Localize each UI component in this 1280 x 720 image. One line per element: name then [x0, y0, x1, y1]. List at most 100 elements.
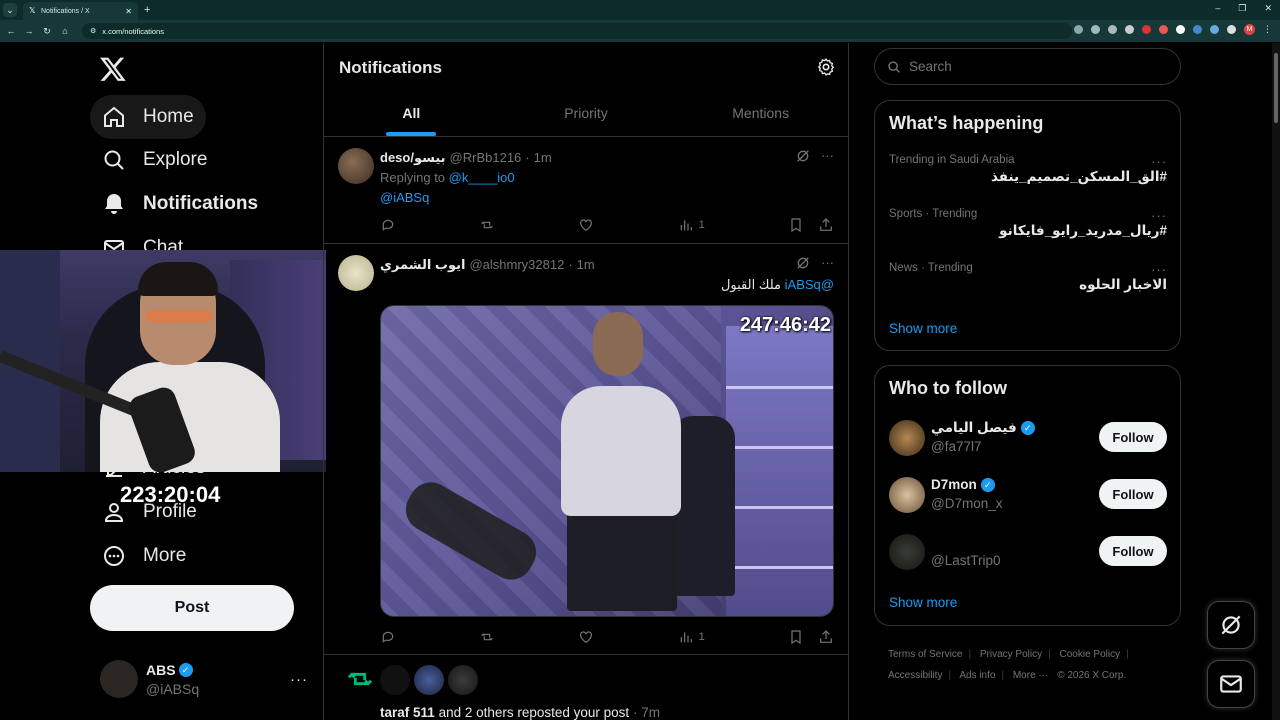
browser-profile-avatar[interactable]: M: [1244, 24, 1255, 35]
grok-fab-button[interactable]: [1207, 601, 1255, 649]
reply-button[interactable]: [380, 629, 396, 645]
repost-notification[interactable]: taraf 511 and 2 others reposted your pos…: [324, 655, 848, 720]
share-icon[interactable]: [818, 217, 834, 233]
back-icon[interactable]: ←: [4, 26, 18, 36]
post-author-handle[interactable]: @alshmry32812: [469, 257, 564, 273]
post-more-icon[interactable]: ···: [821, 255, 834, 271]
show-more-link[interactable]: Show more: [889, 595, 957, 610]
follow-button[interactable]: Follow: [1099, 479, 1167, 509]
grok-icon[interactable]: [795, 255, 811, 271]
address-bar[interactable]: ⚙ x.com/notifications: [82, 23, 1072, 39]
forward-icon[interactable]: →: [22, 26, 36, 36]
footer-link[interactable]: Privacy Policy: [980, 649, 1042, 660]
footer-link[interactable]: Accessibility: [888, 670, 942, 681]
close-window-icon[interactable]: ✕: [1264, 3, 1272, 14]
avatar[interactable]: [338, 255, 374, 291]
account-switcher[interactable]: ABS ✓ @iABSq: [100, 660, 199, 698]
reply-post[interactable]: deso/بيسو @RrBb1216 · 1m ··· Replying to…: [324, 138, 848, 244]
mention-link[interactable]: @iABSq: [380, 190, 429, 205]
extension-icon[interactable]: [1125, 25, 1134, 34]
follow-suggestion[interactable]: فيصل اليامي ✓ @fa77l7 Follow: [889, 418, 1167, 458]
zoom-icon[interactable]: [1074, 25, 1083, 34]
browser-tab[interactable]: 𝕏 Notifications / X ✕: [23, 2, 138, 20]
site-info-icon[interactable]: ⚙: [90, 27, 96, 35]
grok-icon[interactable]: [795, 148, 811, 164]
tab-mentions[interactable]: Mentions: [673, 90, 848, 136]
extensions-puzzle-icon[interactable]: [1227, 25, 1236, 34]
messages-fab-button[interactable]: [1207, 660, 1255, 708]
avatar[interactable]: [380, 665, 410, 695]
post-author-name[interactable]: deso/بيسو: [380, 150, 446, 166]
avatar[interactable]: [889, 477, 925, 513]
tab-all[interactable]: All: [324, 90, 499, 136]
footer-link[interactable]: Ads info: [959, 670, 995, 681]
trend-more-icon[interactable]: ···: [1151, 154, 1167, 169]
like-button[interactable]: [578, 217, 594, 233]
follow-suggestion[interactable]: D7mon ✓ @D7mon_x Follow: [889, 475, 1167, 515]
avatar[interactable]: [889, 534, 925, 570]
avatar[interactable]: [414, 665, 444, 695]
follow-button[interactable]: Follow: [1099, 422, 1167, 452]
post-media-image[interactable]: 247:46:42: [380, 305, 834, 617]
extension-icon[interactable]: [1159, 25, 1168, 34]
trend-item[interactable]: News · Trending الاخبار الحلوه ···: [889, 262, 1167, 293]
sidebar-item-home[interactable]: Home: [90, 95, 206, 139]
like-button[interactable]: [578, 629, 594, 645]
avatar[interactable]: [448, 665, 478, 695]
mention-link[interactable]: @iABSq: [785, 277, 834, 292]
trend-item[interactable]: Trending in Saudi Arabia #الق_المسكن_تصم…: [889, 154, 1167, 185]
page-scrollbar[interactable]: [1272, 43, 1280, 720]
minimize-icon[interactable]: –: [1215, 3, 1220, 14]
trend-item[interactable]: Sports · Trending #ريال_مدريد_رايو_فايكا…: [889, 208, 1167, 239]
gear-icon[interactable]: [816, 57, 836, 77]
footer-link[interactable]: Cookie Policy: [1060, 649, 1121, 660]
follow-button[interactable]: Follow: [1099, 536, 1167, 566]
footer-link[interactable]: More ···: [1013, 670, 1049, 681]
tab-search-icon[interactable]: ⌄: [3, 3, 17, 17]
reload-icon[interactable]: ↻: [40, 26, 54, 37]
post-author-name[interactable]: ايوب الشمري: [380, 257, 465, 273]
extension-icon[interactable]: [1142, 25, 1151, 34]
scrollbar-thumb[interactable]: [1274, 53, 1278, 123]
post-time[interactable]: 1m: [534, 150, 552, 166]
reply-button[interactable]: [380, 217, 396, 233]
extension-icon[interactable]: [1210, 25, 1219, 34]
tab-close-icon[interactable]: ✕: [125, 7, 132, 16]
post-more-icon[interactable]: ···: [821, 148, 834, 164]
restore-icon[interactable]: ❐: [1238, 3, 1246, 14]
browser-menu-icon[interactable]: ⋮: [1263, 24, 1272, 35]
suggestion-name[interactable]: D7mon: [931, 477, 977, 492]
search-input[interactable]: [909, 59, 1159, 74]
suggestion-name[interactable]: فيصل اليامي: [931, 420, 1017, 436]
views-button[interactable]: 1: [678, 217, 705, 233]
new-tab-icon[interactable]: +: [144, 4, 150, 16]
post-author-handle[interactable]: @RrBb1216: [450, 150, 522, 166]
bookmark-icon[interactable]: [788, 629, 804, 645]
avatar[interactable]: [889, 420, 925, 456]
repost-button[interactable]: [479, 217, 495, 233]
home-browser-icon[interactable]: ⌂: [58, 26, 72, 36]
account-more-icon[interactable]: ···: [290, 671, 308, 688]
share-icon[interactable]: [818, 629, 834, 645]
post-button[interactable]: Post: [90, 585, 294, 631]
sidebar-item-explore[interactable]: Explore: [90, 138, 219, 182]
footer-link[interactable]: Terms of Service: [888, 649, 962, 660]
trend-more-icon[interactable]: ···: [1151, 262, 1167, 277]
sidebar-item-notifications[interactable]: Notifications: [90, 182, 270, 226]
x-logo-icon[interactable]: [99, 55, 127, 83]
bookmark-star-icon[interactable]: [1108, 25, 1117, 34]
repost-button[interactable]: [479, 629, 495, 645]
search-box[interactable]: [874, 48, 1181, 85]
bookmark-icon[interactable]: [788, 217, 804, 233]
extension-icon[interactable]: [1193, 25, 1202, 34]
views-button[interactable]: 1: [678, 629, 705, 645]
sidebar-item-more[interactable]: More: [90, 534, 198, 578]
extension-icon[interactable]: [1176, 25, 1185, 34]
install-icon[interactable]: [1091, 25, 1100, 34]
follow-suggestion[interactable]: @LastTrip0 Follow: [889, 532, 1167, 572]
replying-to-link[interactable]: @k____io0: [449, 170, 515, 185]
tab-priority[interactable]: Priority: [499, 90, 674, 136]
post-time[interactable]: 1m: [577, 257, 595, 273]
avatar[interactable]: [338, 148, 374, 184]
show-more-link[interactable]: Show more: [889, 321, 957, 336]
